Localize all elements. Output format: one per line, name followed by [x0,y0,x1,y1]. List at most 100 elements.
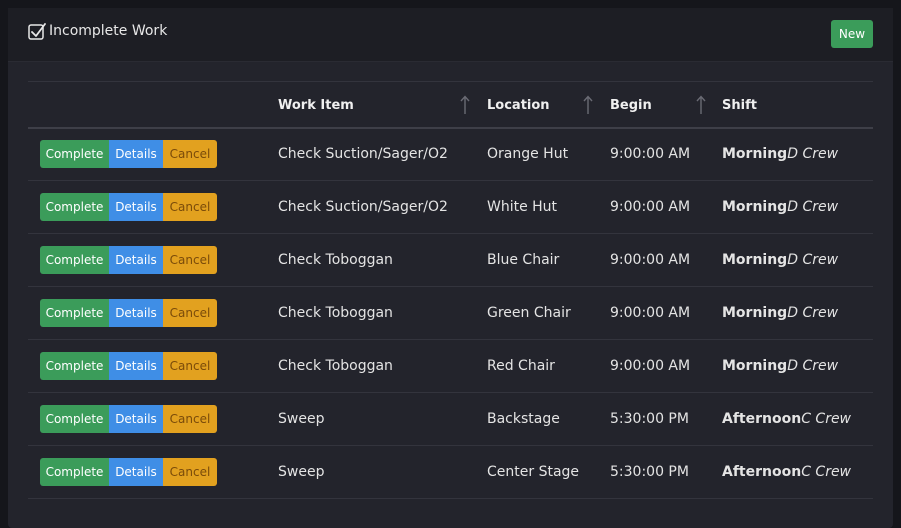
crew-name: D Crew [787,252,839,268]
column-header-shift[interactable]: Shift [722,82,873,128]
complete-button[interactable]: Complete [40,299,109,327]
work-item-cell: Sweep [278,464,325,480]
shift-cell: MorningD Crew [722,234,873,287]
column-header-location[interactable]: Location [487,82,610,128]
begin-cell: 9:00:00 AM [610,358,691,374]
row-actions: Complete Details Cancel [28,181,278,234]
begin-cell: 9:00:00 AM [610,305,691,321]
begin-cell: 5:30:00 PM [610,411,689,427]
row-actions: Complete Details Cancel [28,287,278,340]
complete-button[interactable]: Complete [40,193,109,221]
details-button[interactable]: Details [109,299,163,327]
action-button-group: Complete Details Cancel [40,193,278,221]
action-button-group: Complete Details Cancel [40,299,278,327]
shift-name: Afternoon [722,411,802,427]
sort-arrow-icon[interactable] [696,95,706,115]
table-row: Complete Details Cancel Sweep Backstage 5:30:… [28,393,873,446]
crew-name: D Crew [787,305,839,321]
row-actions: Complete Details Cancel [28,446,278,499]
begin-cell: 9:00:00 AM [610,199,691,215]
details-button[interactable]: Details [109,140,163,169]
details-button[interactable]: Details [109,246,163,274]
action-button-group: Complete Details Cancel [40,246,278,274]
crew-name: D Crew [787,146,839,163]
checkbox-checked-icon [28,23,46,40]
page-title: Incomplete Work [49,23,168,39]
begin-cell: 9:00:00 AM [610,252,691,268]
column-label: Begin [610,98,652,113]
shift-cell: AfternoonC Crew [722,446,873,499]
work-item-cell: Check Suction/Sager/O2 [278,199,448,215]
column-header-work-item[interactable]: Work Item [278,82,487,128]
cancel-button[interactable]: Cancel [163,193,217,221]
table-row: Complete Details Cancel Sweep Center Stage 5:… [28,446,873,499]
location-cell: White Hut [487,199,558,215]
table-row: Complete Details Cancel Check Suction/Sager… [28,128,873,181]
sort-arrow-icon[interactable] [460,95,470,115]
column-label: Work Item [278,98,354,113]
sort-arrow-icon[interactable] [583,95,593,115]
shift-name: Morning [722,305,788,321]
shift-name: Afternoon [722,464,802,480]
action-button-group: Complete Details Cancel [40,140,278,169]
work-table: Work Item Location Begin Shift Complete … [28,81,873,499]
location-cell: Blue Chair [487,252,560,268]
begin-cell: 9:00:00 AM [610,146,691,163]
crew-name: D Crew [787,199,839,215]
shift-cell: MorningD Crew [722,181,873,234]
cancel-button[interactable]: Cancel [163,352,217,380]
shift-cell: MorningD Crew [722,287,873,340]
cancel-button[interactable]: Cancel [163,246,217,274]
work-table-wrapper: Work Item Location Begin Shift Complete … [28,81,873,499]
complete-button[interactable]: Complete [40,352,109,380]
actions-column-header [28,82,278,128]
location-cell: Red Chair [487,358,555,374]
crew-name: C Crew [801,464,852,480]
table-header-row: Work Item Location Begin Shift [28,81,873,128]
details-button[interactable]: Details [109,458,163,486]
table-row: Complete Details Cancel Check Toboggan Red C… [28,340,873,393]
action-button-group: Complete Details Cancel [40,352,278,380]
complete-button[interactable]: Complete [40,458,109,486]
shift-name: Morning [722,146,788,163]
column-header-begin[interactable]: Begin [610,82,722,128]
column-label: Shift [722,98,757,113]
shift-cell: MorningD Crew [722,340,873,393]
cancel-button[interactable]: Cancel [163,299,217,327]
cancel-button[interactable]: Cancel [163,458,217,486]
details-button[interactable]: Details [109,193,163,221]
work-item-cell: Sweep [278,411,325,427]
details-button[interactable]: Details [109,352,163,380]
action-button-group: Complete Details Cancel [40,458,278,486]
row-actions: Complete Details Cancel [28,393,278,446]
column-label: Location [487,98,550,113]
work-item-cell: Check Toboggan [278,305,393,321]
work-item-cell: Check Toboggan [278,252,393,268]
row-actions: Complete Details Cancel [28,234,278,287]
begin-cell: 5:30:00 PM [610,464,689,480]
incomplete-work-card: Incomplete Work New Work Item Location B… [8,8,893,528]
shift-name: Morning [722,199,788,215]
complete-button[interactable]: Complete [40,405,109,433]
row-actions: Complete Details Cancel [28,128,278,181]
card-header: Incomplete Work New [8,8,893,62]
action-button-group: Complete Details Cancel [40,405,278,433]
complete-button[interactable]: Complete [40,246,109,274]
row-actions: Complete Details Cancel [28,340,278,393]
work-item-cell: Check Suction/Sager/O2 [278,146,448,163]
shift-cell: AfternoonC Crew [722,393,873,446]
table-row: Complete Details Cancel Check Toboggan Blue … [28,234,873,287]
complete-button[interactable]: Complete [40,140,109,169]
crew-name: D Crew [787,358,839,374]
location-cell: Center Stage [487,464,580,480]
details-button[interactable]: Details [109,405,163,433]
work-item-cell: Check Toboggan [278,358,393,374]
cancel-button[interactable]: Cancel [163,140,217,169]
shift-name: Morning [722,252,788,268]
shift-cell: MorningD Crew [722,128,873,181]
location-cell: Orange Hut [487,146,569,163]
new-button[interactable]: New [831,20,873,48]
shift-name: Morning [722,358,788,374]
table-row: Complete Details Cancel Check Toboggan Green… [28,287,873,340]
cancel-button[interactable]: Cancel [163,405,217,433]
